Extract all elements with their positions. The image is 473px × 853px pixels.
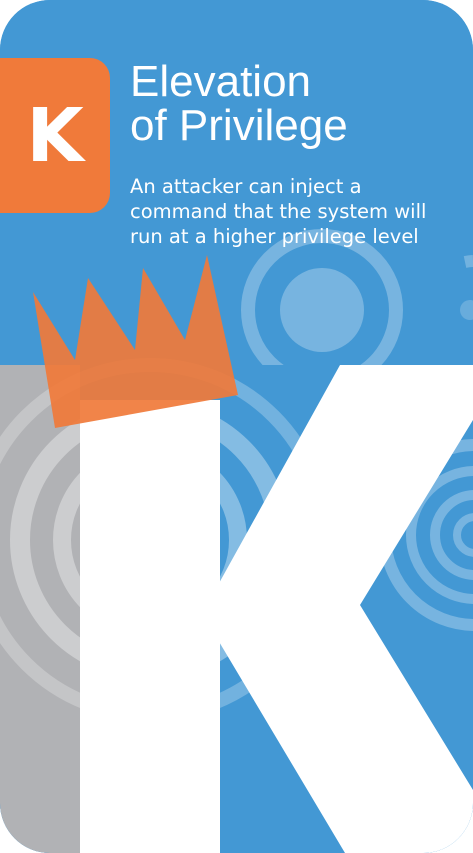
suit-badge: K — [0, 58, 110, 213]
card-description: An attacker can inject a command that th… — [130, 175, 427, 248]
card-title: Elevation of Privilege — [130, 60, 348, 148]
card-title-line1: Elevation — [130, 57, 312, 106]
card-title-line2: of Privilege — [130, 101, 348, 150]
threat-card: K Elevation of Privilege An attacker can… — [0, 0, 473, 853]
suit-letter: K — [26, 92, 84, 179]
